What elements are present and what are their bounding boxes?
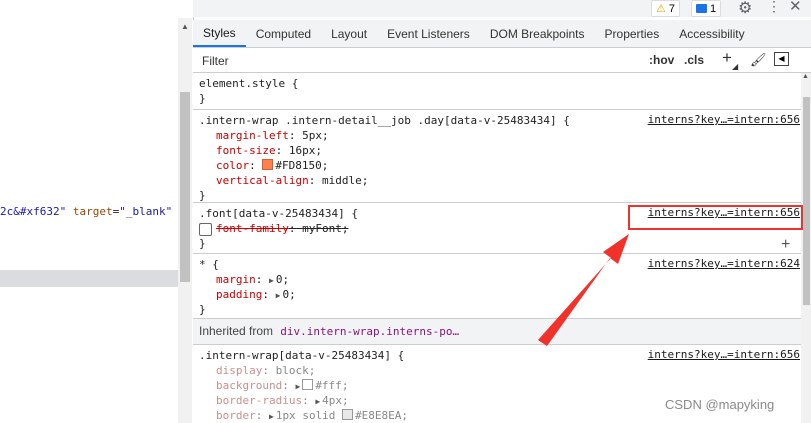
cls-toggle[interactable]: .cls <box>684 53 704 67</box>
new-style-rule-icon[interactable]: +◢ <box>722 48 738 71</box>
color-swatch[interactable] <box>342 409 354 420</box>
warning-count: 7 <box>668 2 675 15</box>
rule-source-link[interactable]: interns?key…=intern:656 <box>648 348 800 361</box>
selected-node-row[interactable] <box>0 270 178 287</box>
expand-triangle-icon: ▶ <box>315 397 321 406</box>
expand-triangle-icon: ▶ <box>275 291 281 300</box>
scrollbar-thumb[interactable] <box>803 97 810 305</box>
toggle-sidebar-icon[interactable]: ◀ <box>774 52 789 66</box>
styles-pane: element.style { } .intern-wrap .intern-d… <box>193 73 801 423</box>
inherited-element-link[interactable]: div.intern-wrap.interns-po… <box>280 325 459 338</box>
tab-event-listeners[interactable]: Event Listeners <box>377 20 480 47</box>
style-declaration[interactable]: padding: ▶ 0; <box>216 287 296 303</box>
styles-filter-bar: :hov .cls +◢ 🖌 ◀ <box>193 48 811 73</box>
warnings-badge[interactable]: ⚠ 7 <box>651 0 680 17</box>
styles-scrollbar[interactable]: ▲ <box>801 73 811 423</box>
style-declaration[interactable]: margin: ▶ 0; <box>216 272 289 288</box>
hov-toggle[interactable]: :hov <box>649 53 674 67</box>
elements-scrollbar[interactable]: ▲ <box>178 18 192 423</box>
style-declaration[interactable]: color: #FD8150; <box>216 158 328 173</box>
messages-badge[interactable]: 1 <box>691 0 722 17</box>
style-declaration[interactable]: margin-left: 5px; <box>216 128 329 143</box>
expand-triangle-icon: ▶ <box>269 412 274 421</box>
rule-selector[interactable]: * { <box>199 257 219 272</box>
annotation-highlight-box <box>628 205 803 230</box>
style-declaration[interactable]: border-radius: ▶ 4px; <box>216 393 349 409</box>
filter-input[interactable] <box>200 51 639 71</box>
rule-selector[interactable]: .font[data-v-25483434] { <box>199 206 358 221</box>
rule-selector[interactable]: .intern-wrap[data-v-25483434] { <box>199 348 404 363</box>
expand-triangle-icon: ▶ <box>269 276 274 285</box>
rule-close-brace: } <box>199 303 206 316</box>
style-declaration[interactable]: font-size: 16px; <box>216 143 322 158</box>
rule-element-style: element.style { } <box>193 73 801 110</box>
close-icon[interactable]: ✕ <box>789 0 802 15</box>
more-options-icon[interactable]: ⋮ <box>767 0 781 15</box>
rule-source-link[interactable]: interns?key…=intern:656 <box>648 113 800 126</box>
gear-icon[interactable]: ⚙ <box>738 0 752 18</box>
rendering-emulation-icon[interactable]: 🖌 <box>750 52 767 68</box>
warning-icon: ⚠ <box>656 3 666 15</box>
scrollbar-thumb[interactable] <box>180 92 190 282</box>
attr-name: target <box>72 205 113 218</box>
tab-layout[interactable]: Layout <box>321 20 377 47</box>
scroll-up-arrow-icon[interactable]: ▲ <box>802 73 809 80</box>
devtools-top-bar: ⚠ 7 1 ⚙ ⋮ ✕ <box>193 0 811 17</box>
tab-accessibility[interactable]: Accessibility <box>669 20 754 47</box>
scroll-up-arrow-icon[interactable]: ▲ <box>181 22 189 31</box>
style-declaration[interactable]: border: ▶ 1px solid #E8E8EA; <box>216 408 408 423</box>
style-declaration[interactable]: vertical-align: middle; <box>216 173 368 188</box>
rule-source-link[interactable]: interns?key…=intern:624 <box>648 257 800 270</box>
sidebar-tabs: Styles Computed Layout Event Listeners D… <box>193 20 811 48</box>
tab-dom-breakpoints[interactable]: DOM Breakpoints <box>480 20 595 47</box>
inherited-section-header: Inherited from div.intern-wrap.interns-p… <box>193 319 801 345</box>
rule-close-brace: } <box>199 189 206 202</box>
color-swatch[interactable] <box>262 159 274 170</box>
rule-universal: * { interns?key…=intern:624 margin: ▶ 0; … <box>193 254 801 319</box>
attr-value-fragment: 2c&#xf632" <box>0 205 67 218</box>
message-count: 1 <box>710 2 717 15</box>
watermark: CSDN @mapyking <box>665 397 775 412</box>
rule-selector[interactable]: .intern-wrap .intern-detail__job .day[da… <box>199 113 570 128</box>
elements-panel: 2c&#xf632" target="_blank" ▲ <box>0 0 194 423</box>
rule-close-brace: } <box>199 237 206 250</box>
disable-declaration-checkbox[interactable] <box>199 223 212 236</box>
add-property-plus-icon[interactable]: + <box>781 236 790 254</box>
message-icon <box>696 4 707 13</box>
disabled-declaration[interactable]: font-family: myFont; <box>216 221 348 236</box>
tab-computed[interactable]: Computed <box>246 20 321 47</box>
rule-day: .intern-wrap .intern-detail__job .day[da… <box>193 110 801 203</box>
attr-value: "_blank" <box>119 205 173 218</box>
color-swatch[interactable] <box>302 379 314 390</box>
dom-node-code[interactable]: 2c&#xf632" target="_blank" <box>0 205 172 218</box>
tab-styles[interactable]: Styles <box>193 20 246 47</box>
rule-selector[interactable]: element.style { <box>199 76 298 91</box>
inherited-label: Inherited from <box>199 324 274 338</box>
style-declaration[interactable]: display: block; <box>216 363 315 378</box>
style-declaration[interactable]: background: ▶ #fff; <box>216 378 348 394</box>
expand-triangle-icon: ▶ <box>295 382 301 391</box>
tab-properties[interactable]: Properties <box>595 20 670 47</box>
rule-close-brace: } <box>199 92 206 105</box>
